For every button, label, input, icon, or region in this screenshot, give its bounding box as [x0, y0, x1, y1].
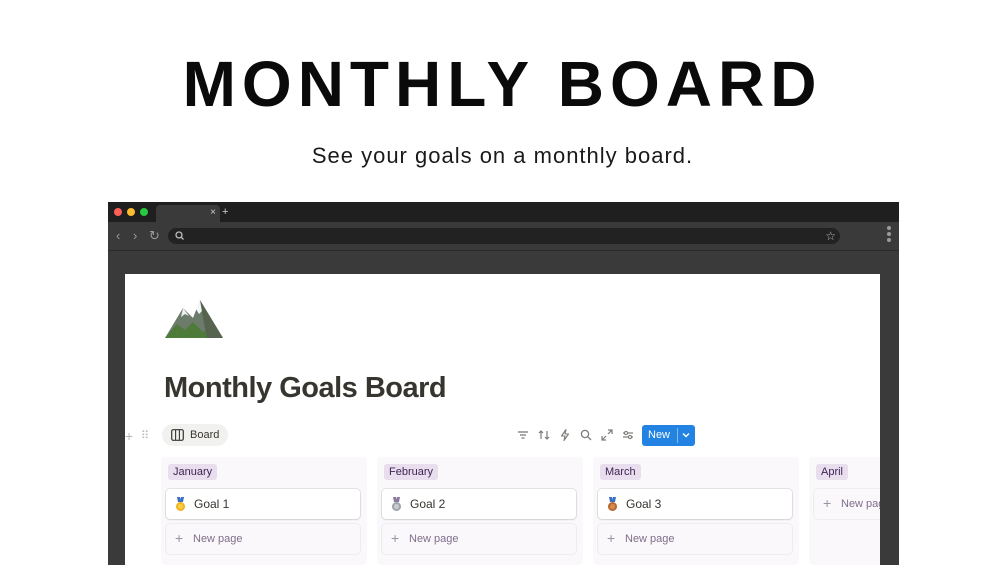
plus-icon: + — [607, 530, 616, 546]
new-page-label: New page — [625, 533, 675, 545]
bookmark-star-icon[interactable]: ☆ — [825, 228, 836, 244]
browser-titlebar: × + — [108, 202, 899, 222]
card-title: Goal 1 — [194, 497, 230, 511]
board-card[interactable]: Goal 3 — [598, 489, 792, 519]
maximize-window-dot-icon[interactable] — [140, 208, 148, 216]
board-column-january: January Goal 1 + New page — [161, 457, 367, 565]
column-header[interactable]: January — [168, 464, 218, 480]
silver-medal-icon — [392, 497, 401, 511]
block-handles: + ⠿ — [125, 428, 155, 444]
hero-subtitle: See your goals on a monthly board. — [311, 143, 694, 168]
plus-icon: + — [175, 530, 184, 546]
new-page-button[interactable]: + New page — [814, 489, 880, 519]
page-title: Monthly Goals Board — [164, 372, 447, 404]
minimize-window-dot-icon[interactable] — [127, 208, 135, 216]
new-page-label: New page — [841, 498, 880, 510]
add-block-icon[interactable]: + — [125, 428, 133, 444]
board-card[interactable]: Goal 1 — [166, 489, 360, 519]
new-button-divider — [677, 428, 678, 443]
plus-icon: + — [823, 495, 832, 511]
column-header[interactable]: February — [384, 464, 439, 480]
hero-title: MONTHLY BOARD — [182, 48, 823, 120]
expand-icon[interactable] — [600, 428, 614, 442]
new-page-label: New page — [409, 533, 459, 545]
board-column-april: April + New page — [809, 457, 880, 565]
tab-close-icon[interactable]: × — [210, 206, 216, 220]
settings-icon[interactable] — [621, 428, 635, 442]
mountain-emoji-icon[interactable] — [163, 294, 225, 342]
gold-medal-icon — [176, 497, 185, 511]
card-title: Goal 2 — [410, 497, 446, 511]
browser-menu-icon[interactable] — [886, 224, 892, 246]
chevron-down-icon[interactable] — [681, 430, 691, 440]
address-bar[interactable]: ☆ — [168, 228, 840, 244]
view-tab-label: Board — [190, 429, 220, 441]
browser-toolbar: ‹ › ↻ ☆ — [108, 222, 899, 251]
automation-icon[interactable] — [558, 428, 572, 442]
new-page-label: New page — [193, 533, 243, 545]
search-icon[interactable] — [579, 428, 593, 442]
new-tab-icon[interactable]: + — [222, 205, 228, 219]
board-view-icon — [171, 429, 184, 441]
browser-tab[interactable]: × — [156, 205, 220, 222]
column-header[interactable]: March — [600, 464, 641, 480]
drag-handle-icon[interactable]: ⠿ — [141, 428, 149, 444]
new-page-button[interactable]: + New page — [166, 524, 360, 554]
sort-icon[interactable] — [537, 428, 551, 442]
forward-icon[interactable]: › — [133, 228, 137, 244]
new-page-button[interactable]: + New page — [598, 524, 792, 554]
reload-icon[interactable]: ↻ — [149, 228, 160, 244]
address-search-icon — [175, 231, 184, 240]
new-button[interactable]: New — [642, 425, 695, 446]
browser-window: × + ‹ › ↻ ☆ Monthly Goals Board + ⠿ Boar… — [108, 202, 899, 565]
plus-icon: + — [391, 530, 400, 546]
tab-board-view[interactable]: Board — [162, 424, 228, 446]
board-column-march: March Goal 3 + New page — [593, 457, 799, 565]
board-card[interactable]: Goal 2 — [382, 489, 576, 519]
notion-page: Monthly Goals Board + ⠿ Board New Januar… — [125, 274, 880, 565]
new-button-label: New — [648, 429, 671, 441]
new-page-button[interactable]: + New page — [382, 524, 576, 554]
bronze-medal-icon — [608, 497, 617, 511]
card-title: Goal 3 — [626, 497, 662, 511]
board-column-february: February Goal 2 + New page — [377, 457, 583, 565]
column-header[interactable]: April — [816, 464, 849, 480]
back-icon[interactable]: ‹ — [116, 228, 120, 244]
filter-icon[interactable] — [516, 428, 530, 442]
close-window-dot-icon[interactable] — [114, 208, 122, 216]
